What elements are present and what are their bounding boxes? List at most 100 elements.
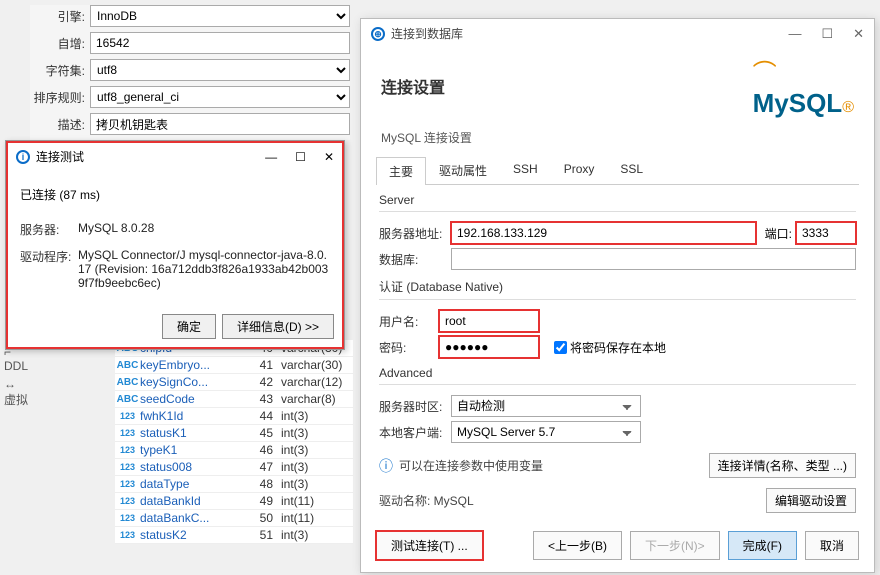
- save-password-checkbox[interactable]: 将密码保存在本地: [554, 339, 666, 356]
- tabs: 主要驱动属性SSHProxySSL: [376, 156, 859, 185]
- column-ordinal: 45: [249, 426, 281, 440]
- test-connection-button[interactable]: 测试连接(T) ...: [376, 531, 483, 560]
- back-button[interactable]: <上一步(B): [533, 531, 622, 560]
- column-type: int(3): [281, 477, 353, 491]
- type-icon: 123: [115, 411, 140, 421]
- column-type: int(11): [281, 494, 353, 508]
- column-type: int(3): [281, 460, 353, 474]
- user-label: 用户名:: [379, 313, 439, 330]
- description-input[interactable]: [90, 113, 350, 135]
- column-type: varchar(30): [281, 358, 353, 372]
- autoincrement-input[interactable]: [90, 32, 350, 54]
- column-name: statusK2: [140, 528, 249, 542]
- auth-legend: 认证 (Database Native): [379, 278, 856, 295]
- port-label: 端口:: [756, 225, 796, 242]
- server-legend: Server: [379, 193, 856, 207]
- type-icon: 123: [115, 428, 140, 438]
- type-icon: ABC: [115, 394, 140, 405]
- table-row[interactable]: 123fwhK1Id44int(3): [115, 408, 353, 425]
- table-row[interactable]: 123dataBankId49int(11): [115, 493, 353, 510]
- sidebar-virtual[interactable]: ↔ 虚拟: [2, 375, 30, 410]
- client-label: 本地客户端:: [379, 424, 451, 441]
- table-properties-form: 引擎: InnoDB 自增: 字符集: utf8 排序规则: utf8_gene…: [30, 5, 350, 140]
- details-button[interactable]: 详细信息(D) >>: [222, 314, 334, 339]
- host-input[interactable]: [451, 222, 756, 244]
- charset-select[interactable]: utf8: [90, 59, 350, 81]
- driver-value: MySQL Connector/J mysql-connector-java-8…: [78, 248, 330, 290]
- driver-label: 驱动程序:: [20, 248, 78, 290]
- table-row[interactable]: ABCkeyEmbryo...41varchar(30): [115, 357, 353, 374]
- timezone-label: 服务器时区:: [379, 398, 451, 415]
- finish-button[interactable]: 完成(F): [728, 531, 797, 560]
- column-ordinal: 47: [249, 460, 281, 474]
- password-input[interactable]: [439, 336, 539, 358]
- connected-status: 已连接 (87 ms): [20, 186, 100, 203]
- next-button[interactable]: 下一步(N)>: [630, 531, 720, 560]
- tab-ssl[interactable]: SSL: [607, 156, 656, 184]
- minimize-icon[interactable]: —: [265, 150, 277, 164]
- app-icon: ⊕: [371, 27, 385, 41]
- table-row[interactable]: ABCkeySignCo...42varchar(12): [115, 374, 353, 391]
- column-ordinal: 49: [249, 494, 281, 508]
- client-select[interactable]: MySQL Server 5.7: [451, 421, 641, 443]
- column-type: int(3): [281, 409, 353, 423]
- column-name: dataBankId: [140, 494, 249, 508]
- dialog-title: 连接测试: [36, 148, 265, 165]
- timezone-select[interactable]: 自动检测: [451, 395, 641, 417]
- driver-name-label: 驱动名称: MySQL: [379, 492, 766, 509]
- column-name: status008: [140, 460, 249, 474]
- database-input[interactable]: [451, 248, 856, 270]
- column-type: varchar(8): [281, 392, 353, 406]
- advanced-legend: Advanced: [379, 366, 856, 380]
- maximize-icon[interactable]: ☐: [295, 150, 306, 164]
- password-label: 密码:: [379, 339, 439, 356]
- host-label: 服务器地址:: [379, 225, 451, 242]
- edit-driver-button[interactable]: 编辑驱动设置: [766, 488, 856, 513]
- autoincrement-label: 自增:: [30, 35, 90, 52]
- connection-settings-dialog: ⊕ 连接到数据库 — ☐ ✕ 连接设置 ⌒ MySQL® MySQL 连接设置 …: [360, 18, 875, 573]
- tab-主要[interactable]: 主要: [376, 157, 426, 185]
- column-name: dataType: [140, 477, 249, 491]
- column-type: int(11): [281, 511, 353, 525]
- table-row[interactable]: 123dataBankC...50int(11): [115, 510, 353, 527]
- ok-button[interactable]: 确定: [162, 314, 216, 339]
- column-name: statusK1: [140, 426, 249, 440]
- page-title: 连接设置: [381, 74, 445, 98]
- window-title: 连接到数据库: [391, 25, 788, 42]
- type-icon: 123: [115, 530, 140, 540]
- table-row[interactable]: 123typeK146int(3): [115, 442, 353, 459]
- column-name: fwhK1Id: [140, 409, 249, 423]
- engine-select[interactable]: InnoDB: [90, 5, 350, 27]
- left-sidebar: ⌐ DDL ↔ 虚拟: [2, 343, 30, 410]
- table-row[interactable]: 123statusK251int(3): [115, 527, 353, 544]
- port-input[interactable]: [796, 222, 856, 244]
- tab-ssh[interactable]: SSH: [500, 156, 551, 184]
- table-row[interactable]: ABCseedCode43varchar(8): [115, 391, 353, 408]
- close-icon[interactable]: ✕: [324, 150, 334, 164]
- user-input[interactable]: [439, 310, 539, 332]
- connection-details-button[interactable]: 连接详情(名称、类型 ...): [709, 453, 856, 478]
- column-ordinal: 46: [249, 443, 281, 457]
- mysql-logo: ⌒ MySQL®: [753, 53, 854, 119]
- column-name: keySignCo...: [140, 375, 249, 389]
- column-type: int(3): [281, 528, 353, 542]
- maximize-icon[interactable]: ☐: [821, 26, 833, 42]
- column-type: int(3): [281, 443, 353, 457]
- cancel-button[interactable]: 取消: [805, 531, 859, 560]
- minimize-icon[interactable]: —: [788, 26, 801, 42]
- server-value: MySQL 8.0.28: [78, 221, 330, 238]
- table-row[interactable]: 123statusK145int(3): [115, 425, 353, 442]
- tab-驱动属性[interactable]: 驱动属性: [426, 156, 500, 184]
- tab-proxy[interactable]: Proxy: [551, 156, 608, 184]
- info-icon: ⓘ: [379, 456, 393, 476]
- database-label: 数据库:: [379, 251, 451, 268]
- column-name: seedCode: [140, 392, 249, 406]
- description-label: 描述:: [30, 116, 90, 133]
- collation-label: 排序规则:: [30, 89, 90, 106]
- type-icon: ABC: [115, 377, 140, 388]
- table-row[interactable]: 123dataType48int(3): [115, 476, 353, 493]
- column-ordinal: 41: [249, 358, 281, 372]
- table-row[interactable]: 123status00847int(3): [115, 459, 353, 476]
- close-icon[interactable]: ✕: [853, 26, 864, 42]
- collation-select[interactable]: utf8_general_ci: [90, 86, 350, 108]
